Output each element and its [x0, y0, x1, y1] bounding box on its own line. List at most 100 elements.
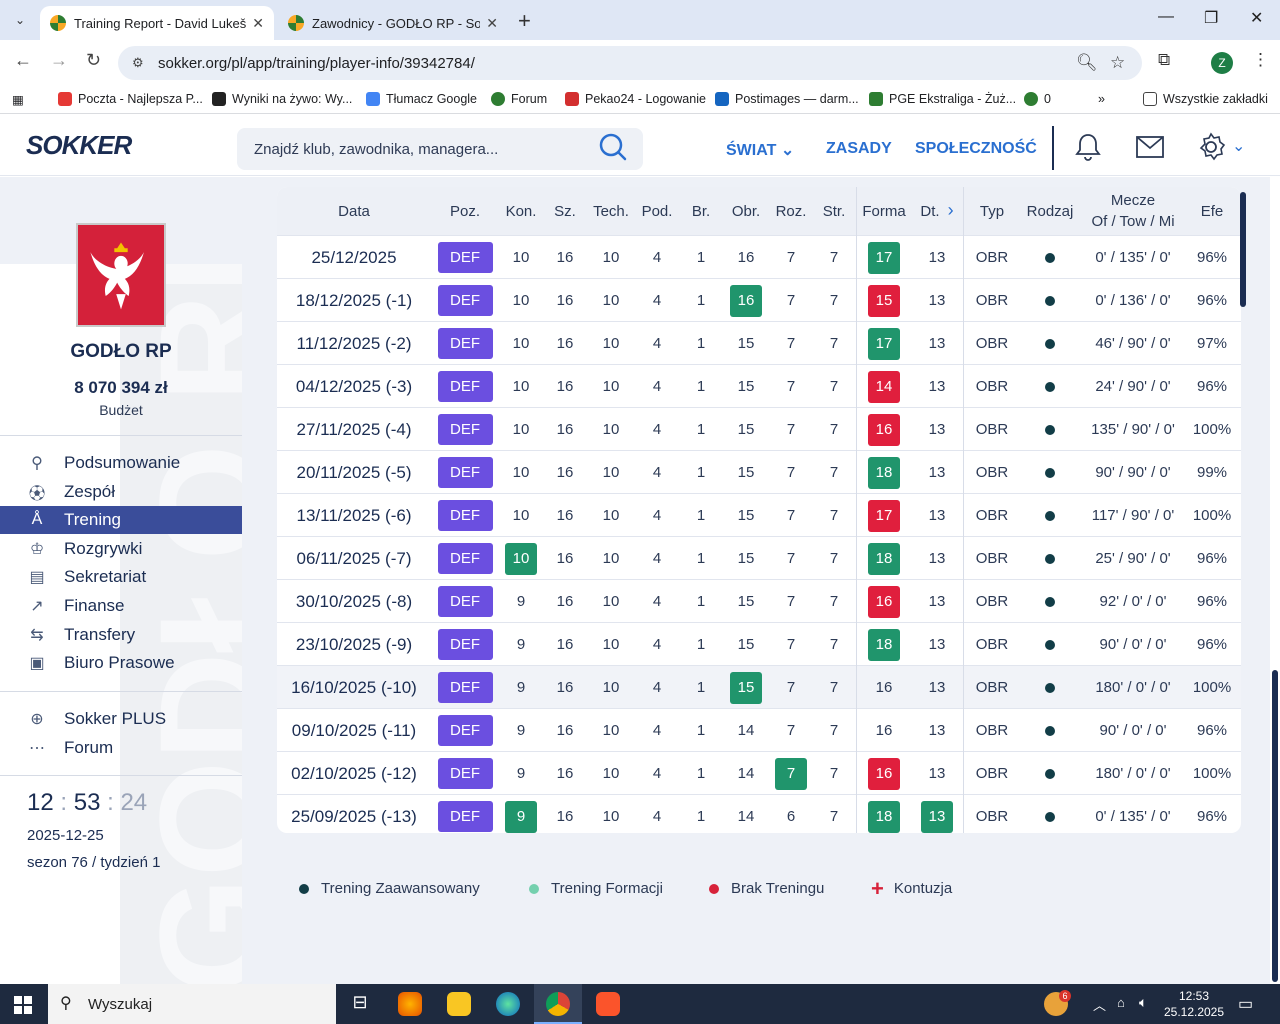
col-defender[interactable]: Obr.	[723, 187, 769, 235]
table-row[interactable]: 04/12/2025 (-3) DEF 10 16 10 4 1 15 7 7 14 13 OBR 24'…	[277, 364, 1241, 407]
reload-icon[interactable]: ↻	[86, 50, 101, 71]
nav-world[interactable]: ŚWIAT ⌄	[726, 140, 794, 160]
file-explorer-icon[interactable]	[447, 992, 471, 1016]
profile-avatar[interactable]: Z	[1211, 52, 1233, 74]
forward-arrow-icon[interactable]: →	[50, 50, 68, 71]
chrome-menu-icon[interactable]: ⋮	[1252, 50, 1269, 70]
bookmark-item[interactable]: Forum	[491, 92, 547, 106]
table-row[interactable]: 11/12/2025 (-2) DEF 10 16 10 4 1 15 7 7 17 13 OBR 46'…	[277, 321, 1241, 364]
bookmark-item[interactable]: Wyniki na żywo: Wy...	[212, 92, 352, 106]
col-position[interactable]: Poz.	[435, 187, 495, 235]
table-row[interactable]: 25/12/2025 DEF 10 16 10 4 1 16 7 7 17 13 OBR 0' / 135…	[277, 235, 1241, 278]
table-row[interactable]: 02/10/2025 (-12) DEF 9 16 10 4 1 14 7 7 16 13 OBR 180…	[277, 751, 1241, 794]
back-arrow-icon[interactable]: ←	[14, 50, 32, 71]
nav-community[interactable]: SPOŁECZNOŚĆ	[915, 140, 1037, 158]
bell-icon[interactable]	[1074, 132, 1102, 162]
col-striker[interactable]: Str.	[813, 187, 855, 235]
bookmark-item[interactable]: Tłumacz Google	[366, 92, 477, 106]
table-scrollbar-thumb[interactable]	[1240, 192, 1246, 307]
more-bookmarks-chevron-icon[interactable]: »	[1098, 92, 1105, 106]
all-bookmarks-folder[interactable]: Wszystkie zakładki	[1143, 92, 1268, 106]
col-pace[interactable]: Sz.	[543, 187, 587, 235]
table-row[interactable]: 13/11/2025 (-6) DEF 10 16 10 4 1 15 7 7 17 13 OBR 117…	[277, 493, 1241, 536]
col-playmaker[interactable]: Roz.	[769, 187, 813, 235]
site-settings-icon[interactable]: ⚙	[132, 55, 144, 71]
browser-tab[interactable]: Zawodnicy - GODŁO RP - Sokk ✕	[278, 6, 508, 40]
bookmark-item[interactable]: 0	[1024, 92, 1051, 106]
volume-icon[interactable]: 🔈︎	[1139, 994, 1147, 1011]
tab-search-button[interactable]: ⌄	[6, 8, 34, 32]
close-tab-icon[interactable]: ✕	[252, 15, 264, 32]
bookmark-item[interactable]: PGE Ekstraliga - Żuż...	[869, 92, 1016, 106]
cell-dt: 13	[928, 679, 946, 696]
col-matches[interactable]: Mecze Of / Tow / Mi	[1081, 187, 1185, 235]
club-name[interactable]: GODŁO RP	[0, 341, 242, 363]
taskbar-search-input[interactable]: ⚲ Wyszukaj	[48, 984, 336, 1024]
firefox-icon[interactable]	[398, 992, 422, 1016]
table-row[interactable]: 25/09/2025 (-13) DEF 9 16 10 4 1 14 6 7 18 13 OBR 0' …	[277, 794, 1241, 833]
bookmark-item[interactable]: Postimages — darm...	[715, 92, 859, 106]
col-type[interactable]: Typ	[967, 187, 1017, 235]
apps-grid-icon[interactable]: ▦	[12, 92, 24, 107]
col-date[interactable]: Data	[277, 187, 431, 235]
notifications-icon[interactable]: ▭	[1238, 994, 1253, 1014]
extensions-icon[interactable]: ⧉	[1158, 50, 1170, 70]
col-form[interactable]: Forma	[858, 187, 910, 235]
table-row[interactable]: 30/10/2025 (-8) DEF 9 16 10 4 1 15 7 7 16 13 OBR 92' …	[277, 579, 1241, 622]
sidebar-item-finance[interactable]: ↗ Finanse	[0, 592, 242, 620]
table-row[interactable]: 27/11/2025 (-4) DEF 10 16 10 4 1 15 7 7 16 13 OBR 135…	[277, 407, 1241, 450]
table-row[interactable]: 18/12/2025 (-1) DEF 10 16 10 4 1 16 7 7 15 13 OBR 0' …	[277, 278, 1241, 321]
task-view-icon[interactable]: ⊟	[348, 992, 372, 1016]
sidebar-item-team[interactable]: ⚽︎ Zespół	[0, 478, 242, 506]
bookmark-item[interactable]: Pekao24 - Logowanie	[565, 92, 706, 106]
col-discipline[interactable]: Dt. ›	[913, 187, 961, 235]
sidebar-item-training[interactable]: Å Trening	[0, 506, 242, 534]
page-scrollbar-thumb[interactable]	[1272, 670, 1278, 982]
mail-icon[interactable]	[1136, 136, 1164, 158]
sidebar-item-sokker-plus[interactable]: ⊕ Sokker PLUS	[0, 705, 242, 733]
club-crest-eagle-icon[interactable]	[76, 223, 166, 327]
col-technique[interactable]: Tech.	[587, 187, 635, 235]
sidebar-item-press[interactable]: ▣ Biuro Prasowe	[0, 649, 242, 677]
table-row[interactable]: 06/11/2025 (-7) DEF 10 16 10 4 1 15 7 7 18 13 OBR 25'…	[277, 536, 1241, 579]
sokker-logo[interactable]: SOKKER	[26, 130, 132, 161]
new-tab-plus-icon[interactable]: +	[518, 8, 531, 34]
minimize-window-icon[interactable]: —	[1158, 8, 1174, 26]
sidebar-item-office[interactable]: ▤ Sekretariat	[0, 563, 242, 591]
zoom-icon[interactable]: 🔍︎	[1076, 53, 1098, 73]
sidebar-item-forum[interactable]: ⋯ Forum	[0, 734, 242, 762]
search-icon[interactable]	[598, 132, 628, 162]
edge-icon[interactable]	[496, 992, 520, 1016]
col-keeper[interactable]: Br.	[679, 187, 723, 235]
table-row[interactable]: 23/10/2025 (-9) DEF 9 16 10 4 1 15 7 7 18 13 OBR 90' …	[277, 622, 1241, 665]
site-search-input[interactable]: Znajdź klub, zawodnika, managera...	[237, 128, 643, 170]
sidebar-item-transfers[interactable]: ⇆ Transfery	[0, 621, 242, 649]
col-passing[interactable]: Pod.	[635, 187, 679, 235]
brave-icon[interactable]	[596, 992, 620, 1016]
col-efficiency[interactable]: Efe	[1187, 187, 1237, 235]
settings-gear-icon[interactable]	[1196, 132, 1226, 162]
sidebar-item-competitions[interactable]: ♔ Rozgrywki	[0, 535, 242, 563]
table-row[interactable]: 16/10/2025 (-10) DEF 9 16 10 4 1 15 7 7 16 13 OBR 180…	[277, 665, 1241, 708]
restore-window-icon[interactable]: ❐	[1204, 8, 1218, 28]
close-tab-icon[interactable]: ✕	[486, 15, 498, 32]
table-row[interactable]: 09/10/2025 (-11) DEF 9 16 10 4 1 14 7 7 16 13 OBR 90'…	[277, 708, 1241, 751]
table-row[interactable]: 20/11/2025 (-5) DEF 10 16 10 4 1 15 7 7 18 13 OBR 90'…	[277, 450, 1241, 493]
chevron-right-icon[interactable]: ›	[948, 198, 954, 223]
bookmark-item[interactable]: Poczta - Najlepsza P...	[58, 92, 203, 106]
bookmark-star-icon[interactable]: ☆	[1110, 53, 1125, 73]
windows-start-icon[interactable]	[14, 996, 32, 1014]
tray-chevron-up-icon[interactable]: ︿	[1093, 995, 1106, 1014]
chevron-down-icon[interactable]: ⌄	[1232, 136, 1245, 156]
legend-item: + Kontuzja	[871, 878, 952, 900]
col-kind[interactable]: Rodzaj	[1021, 187, 1079, 235]
browser-tab-active[interactable]: Training Report - David Lukeš - ✕	[40, 6, 274, 40]
taskbar-clock[interactable]: 12:53 25.12.2025	[1160, 988, 1228, 1020]
address-bar[interactable]: ⚙ sokker.org/pl/app/training/player-info…	[118, 46, 1142, 80]
nav-rules[interactable]: ZASADY	[826, 140, 892, 158]
col-stamina[interactable]: Kon.	[499, 187, 543, 235]
network-icon[interactable]: ⌂	[1117, 995, 1125, 1010]
chrome-taskbar-button[interactable]	[534, 984, 582, 1024]
close-window-icon[interactable]: ✕	[1250, 8, 1263, 28]
sidebar-item-summary[interactable]: ⚲ Podsumowanie	[0, 449, 242, 477]
